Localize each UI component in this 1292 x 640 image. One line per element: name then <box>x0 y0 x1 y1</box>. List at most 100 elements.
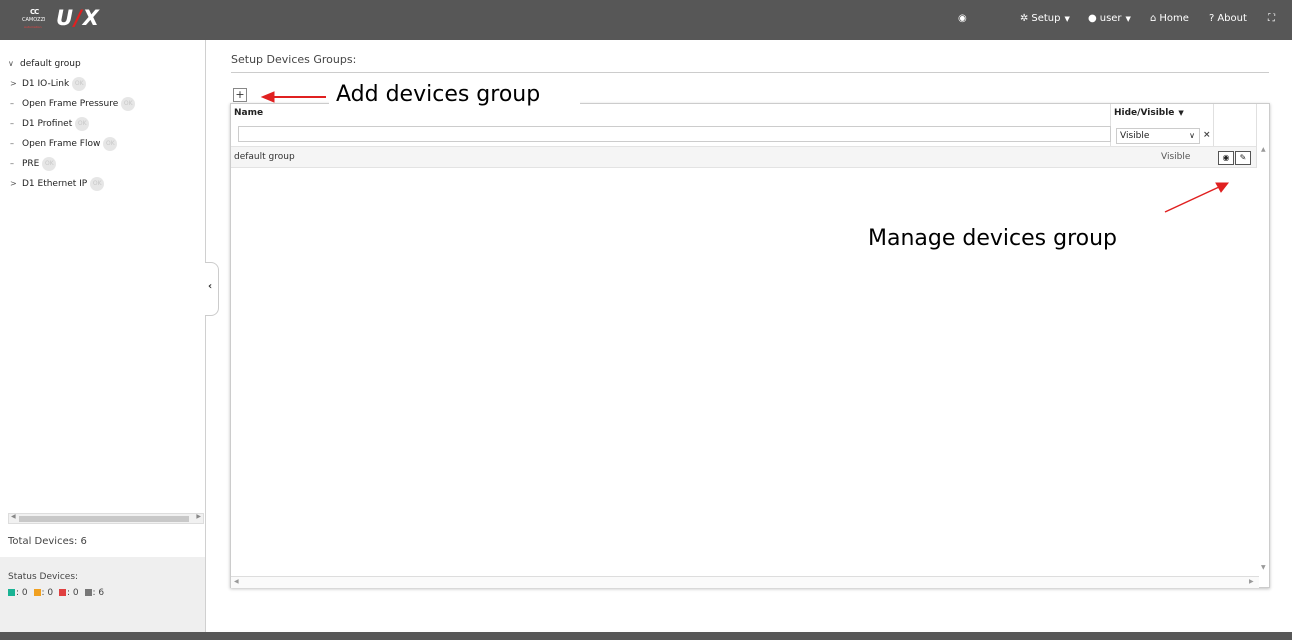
view-button[interactable]: ◉ <box>1218 151 1234 165</box>
fullscreen-button[interactable]: ⛶ <box>1268 13 1278 24</box>
grid-vertical-scrollbar[interactable]: ▲ ▼ <box>1259 146 1269 576</box>
status-devices-panel: Status Devices: : 0 : 0 : 0 : 6 <box>0 557 205 632</box>
annotation-manage-devices-group: Manage devices group <box>868 226 1117 251</box>
scrollbar-thumb[interactable] <box>19 516 189 522</box>
scroll-up-icon[interactable]: ▲ <box>1261 146 1266 153</box>
add-group-button[interactable]: + <box>233 88 247 102</box>
edit-button[interactable]: ✎ <box>1235 151 1251 165</box>
user-menu[interactable]: ● user ▼ <box>1088 13 1131 24</box>
home-icon: ⌂ <box>1150 13 1157 24</box>
gear-icon: ✲ <box>1020 13 1029 24</box>
sidebar-collapse-button[interactable]: ‹ <box>205 262 219 316</box>
help-icon: ? <box>1209 13 1215 24</box>
tree-item-d1-io-link[interactable]: > D1 IO-Link OK <box>8 74 135 94</box>
chevron-right-icon[interactable]: > <box>10 174 22 194</box>
dash-icon: – <box>10 119 14 128</box>
dash-icon: – <box>10 139 14 148</box>
tree-item-pre[interactable]: – PRE OK <box>8 154 135 174</box>
status-badge: OK <box>90 176 105 191</box>
home-link[interactable]: ⌂ Home <box>1150 13 1189 24</box>
clear-filter-icon[interactable]: × <box>1203 130 1211 140</box>
visibility-filter-value: Visible <box>1120 131 1150 141</box>
sidebar-horizontal-scrollbar[interactable]: ◀ ▶ <box>8 513 204 524</box>
status-devices-title: Status Devices: <box>8 572 79 582</box>
name-filter-input[interactable] <box>238 126 1111 142</box>
row-visibility: Visible <box>1161 152 1191 162</box>
status-badge: OK <box>72 76 87 91</box>
table-row[interactable]: default group Visible ◉ ✎ <box>231 146 1256 168</box>
grid-horizontal-scrollbar[interactable]: ◀ ▶ <box>231 576 1259 588</box>
language-button[interactable]: ◉ <box>958 13 970 24</box>
device-tree: ∨ default group > D1 IO-Link OK – Open Frame… <box>8 54 136 194</box>
about-link[interactable]: ? About <box>1209 13 1247 24</box>
status-error-swatch <box>59 589 66 596</box>
column-header-visibility[interactable]: Hide/Visible ▼ <box>1114 108 1184 118</box>
app-name-part: U <box>56 6 75 30</box>
home-label: Home <box>1159 13 1189 24</box>
total-devices: Total Devices: 6 <box>8 536 87 547</box>
setup-label: Setup <box>1031 13 1061 24</box>
chevron-down-icon[interactable]: ∨ <box>8 54 20 74</box>
page-title: Setup Devices Groups: <box>231 53 357 66</box>
status-badge: OK <box>42 156 57 171</box>
fullscreen-icon: ⛶ <box>1268 13 1275 24</box>
tree-item-label: Open Frame Flow <box>22 139 101 149</box>
tree-item-label: D1 Profinet <box>22 119 73 129</box>
tree-item-label: D1 IO-Link <box>22 79 70 89</box>
column-divider <box>1256 104 1257 168</box>
logo-mark: CC <box>30 8 39 16</box>
visibility-filter-select[interactable]: Visible ∨ <box>1116 128 1200 144</box>
title-divider <box>231 72 1269 73</box>
chevron-right-icon[interactable]: > <box>10 74 22 94</box>
tree-item-d1-profinet[interactable]: – D1 Profinet OK <box>8 114 135 134</box>
tree-item-open-frame-flow[interactable]: – Open Frame Flow OK <box>8 134 135 154</box>
status-offline-count: : 6 <box>92 588 105 598</box>
column-header-name[interactable]: Name <box>234 108 263 118</box>
tree-item-open-frame-pressure[interactable]: – Open Frame Pressure OK <box>8 94 136 114</box>
globe-icon: ◉ <box>958 13 967 24</box>
devices-groups-grid: Name Hide/Visible ▼ Visible ∨ × default g… <box>230 103 1270 588</box>
dash-icon: – <box>10 99 14 108</box>
status-ok-count: : 0 <box>16 588 28 598</box>
top-navbar: CC CAMOZZI Automation U/X ◉ ✲ Setup ▼ ● use… <box>0 0 1292 40</box>
tree-item-label: D1 Ethernet IP <box>22 179 88 189</box>
status-badge: OK <box>121 96 136 111</box>
chevron-left-icon: ‹ <box>208 281 213 292</box>
app-name-slash: / <box>74 6 83 30</box>
tree-item-d1-ethernet-ip[interactable]: > D1 Ethernet IP OK <box>8 174 135 194</box>
annotation-add-devices-group: Add devices group <box>336 82 541 107</box>
scroll-left-icon[interactable]: ◀ <box>11 513 16 520</box>
scroll-down-icon[interactable]: ▼ <box>1261 564 1266 571</box>
user-icon: ● <box>1088 13 1097 24</box>
footer-bar <box>0 632 1292 640</box>
tree-item-default-group[interactable]: ∨ default group <box>8 54 135 74</box>
annotation-arrow-add <box>260 91 326 103</box>
chevron-down-icon: ∨ <box>1189 131 1195 140</box>
pencil-icon: ✎ <box>1239 153 1247 162</box>
tree-item-label: Open Frame Pressure <box>22 99 119 109</box>
tree-item-label: PRE <box>22 159 40 169</box>
brand-logo[interactable]: CC CAMOZZI Automation <box>22 8 50 32</box>
chevron-down-icon: ▼ <box>1064 15 1070 23</box>
status-error-count: : 0 <box>67 588 79 598</box>
status-badge: OK <box>103 136 118 151</box>
status-badge: OK <box>75 116 90 131</box>
scroll-left-icon[interactable]: ◀ <box>234 578 239 585</box>
logo-tagline: Automation <box>24 25 42 29</box>
scroll-right-icon[interactable]: ▶ <box>1249 578 1254 585</box>
logo-company: CAMOZZI <box>22 17 46 23</box>
app-name: U/X <box>56 6 100 30</box>
setup-menu[interactable]: ✲ Setup ▼ <box>1020 13 1070 24</box>
status-offline-swatch <box>84 589 92 596</box>
chevron-down-icon[interactable]: ▼ <box>1178 109 1183 117</box>
row-name: default group <box>234 152 295 162</box>
status-ok-swatch <box>8 589 15 596</box>
about-label: About <box>1217 13 1247 24</box>
scroll-right-icon[interactable]: ▶ <box>196 513 201 520</box>
app-name-part: X <box>82 6 100 30</box>
sidebar: ∨ default group > D1 IO-Link OK – Open Frame… <box>0 40 206 632</box>
dash-icon: – <box>10 159 14 168</box>
user-label: user <box>1099 13 1122 24</box>
eye-icon: ◉ <box>1222 153 1230 162</box>
status-warning-count: : 0 <box>41 588 54 598</box>
